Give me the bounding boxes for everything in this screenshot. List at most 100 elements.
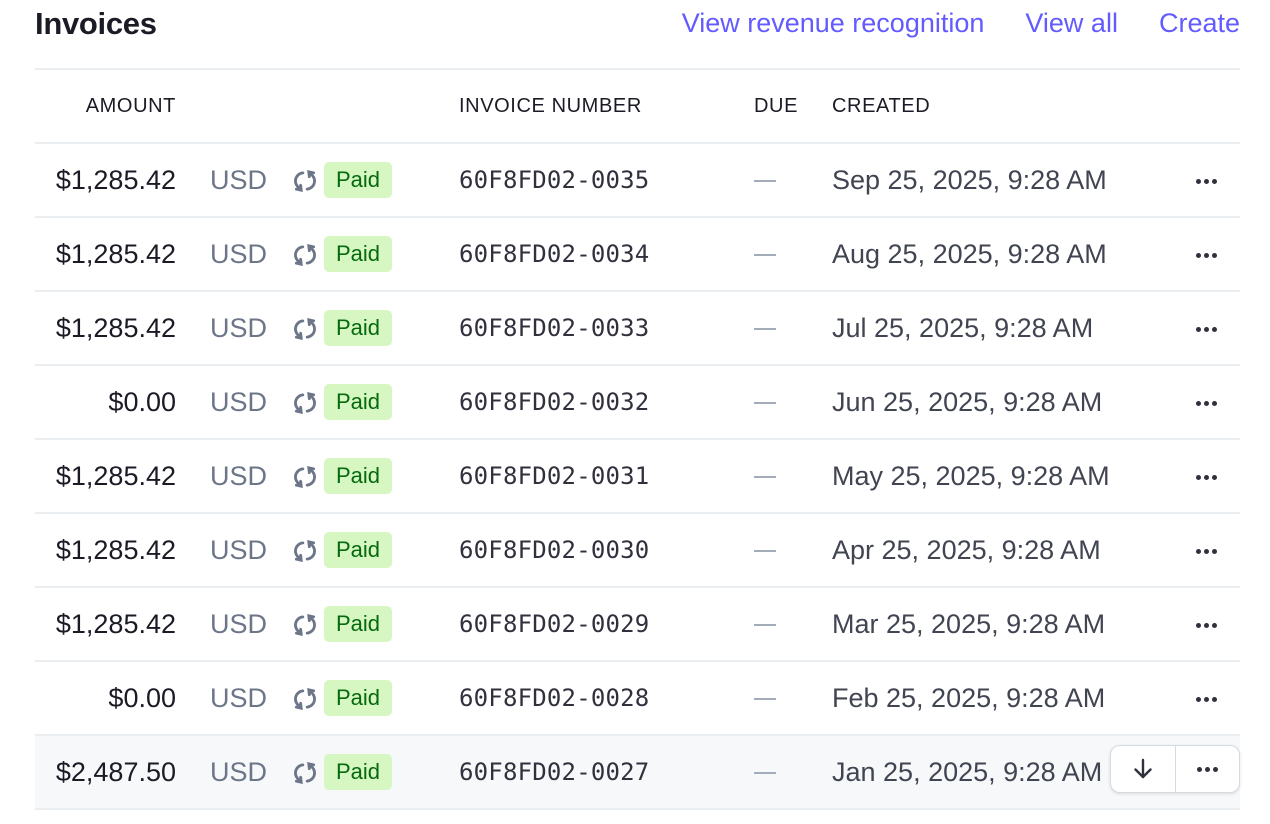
invoice-currency: USD <box>176 661 267 736</box>
invoices-table: AMOUNT INVOICE NUMBER DUE CREATED $1,285… <box>35 70 1240 810</box>
status-badge: Paid <box>324 532 393 568</box>
table-row[interactable]: $1,285.42 USD Paid 60F8FD02-0030 Apr 25,… <box>35 513 1240 588</box>
invoice-created: Sep 25, 2025, 9:28 AM <box>832 143 1172 218</box>
invoice-number[interactable]: 60F8FD02-0034 <box>459 217 754 292</box>
invoice-due <box>754 735 832 810</box>
invoices-section: Invoices View revenue recognition View a… <box>35 0 1240 810</box>
recurring-icon <box>292 390 318 416</box>
column-header-due[interactable]: DUE <box>754 70 832 144</box>
invoice-currency: USD <box>176 365 267 440</box>
status-badge: Paid <box>324 458 393 494</box>
table-header-row: AMOUNT INVOICE NUMBER DUE CREATED <box>35 70 1240 144</box>
invoice-currency: USD <box>176 143 267 218</box>
invoice-number[interactable]: 60F8FD02-0033 <box>459 291 754 366</box>
table-row[interactable]: $1,285.42 USD Paid 60F8FD02-0035 Sep 25,… <box>35 143 1240 218</box>
status-badge: Paid <box>324 236 393 272</box>
more-actions-icon[interactable] <box>1195 696 1217 702</box>
more-actions-icon <box>1196 766 1218 772</box>
table-row[interactable]: $1,285.42 USD Paid 60F8FD02-0029 Mar 25,… <box>35 587 1240 662</box>
column-header-invoice-number[interactable]: INVOICE NUMBER <box>459 70 754 144</box>
invoice-due <box>754 291 832 366</box>
invoice-amount: $1,285.42 <box>35 291 176 366</box>
status-badge: Paid <box>324 754 393 790</box>
table-row[interactable]: $0.00 USD Paid 60F8FD02-0032 Jun 25, 202… <box>35 365 1240 440</box>
invoice-currency: USD <box>176 513 267 588</box>
invoice-currency: USD <box>176 735 267 810</box>
empty-dash <box>754 476 776 479</box>
download-button[interactable] <box>1111 746 1175 792</box>
view-revenue-recognition-link[interactable]: View revenue recognition <box>682 8 985 39</box>
empty-dash <box>754 328 776 331</box>
more-actions-icon[interactable] <box>1195 548 1217 554</box>
table-row[interactable]: $1,285.42 USD Paid 60F8FD02-0033 Jul 25,… <box>35 291 1240 366</box>
invoice-amount: $1,285.42 <box>35 587 176 662</box>
invoice-number[interactable]: 60F8FD02-0032 <box>459 365 754 440</box>
create-invoice-link[interactable]: Create <box>1159 8 1240 39</box>
recurring-icon <box>292 538 318 564</box>
invoice-due <box>754 587 832 662</box>
invoice-due <box>754 365 832 440</box>
status-badge: Paid <box>324 606 393 642</box>
invoice-created: Apr 25, 2025, 9:28 AM <box>832 513 1172 588</box>
invoice-number[interactable]: 60F8FD02-0029 <box>459 587 754 662</box>
download-arrow-icon <box>1134 758 1152 779</box>
more-actions-button[interactable] <box>1174 746 1240 792</box>
invoice-currency: USD <box>176 217 267 292</box>
invoice-amount: $1,285.42 <box>35 439 176 514</box>
invoice-currency: USD <box>176 439 267 514</box>
invoice-amount: $1,285.42 <box>35 513 176 588</box>
column-header-amount[interactable]: AMOUNT <box>35 70 176 144</box>
recurring-icon <box>292 168 318 194</box>
more-actions-icon[interactable] <box>1195 252 1217 258</box>
empty-dash <box>754 180 776 183</box>
more-actions-icon[interactable] <box>1195 400 1217 406</box>
invoice-number[interactable]: 60F8FD02-0030 <box>459 513 754 588</box>
recurring-icon <box>292 686 318 712</box>
column-header-created[interactable]: CREATED <box>832 70 1172 144</box>
invoice-created: Jun 25, 2025, 9:28 AM <box>832 365 1172 440</box>
status-badge: Paid <box>324 384 393 420</box>
more-actions-icon[interactable] <box>1195 622 1217 628</box>
invoice-due <box>754 513 832 588</box>
invoices-header: Invoices View revenue recognition View a… <box>35 0 1240 70</box>
row-hover-actions <box>1110 745 1240 793</box>
status-badge: Paid <box>324 162 393 198</box>
more-actions-icon[interactable] <box>1195 178 1217 184</box>
invoice-due <box>754 143 832 218</box>
empty-dash <box>754 550 776 553</box>
recurring-icon <box>292 612 318 638</box>
view-all-link[interactable]: View all <box>1025 8 1118 39</box>
empty-dash <box>754 254 776 257</box>
table-row[interactable]: $2,487.50 USD Paid 60F8FD02-0027 Jan 25,… <box>35 735 1240 810</box>
header-actions: View revenue recognition View all Create <box>682 8 1240 39</box>
invoice-number[interactable]: 60F8FD02-0035 <box>459 143 754 218</box>
recurring-icon <box>292 242 318 268</box>
recurring-icon <box>292 760 318 786</box>
invoice-number[interactable]: 60F8FD02-0028 <box>459 661 754 736</box>
invoice-created: Jul 25, 2025, 9:28 AM <box>832 291 1172 366</box>
invoice-amount: $1,285.42 <box>35 143 176 218</box>
table-row[interactable]: $1,285.42 USD Paid 60F8FD02-0034 Aug 25,… <box>35 217 1240 292</box>
invoice-number[interactable]: 60F8FD02-0027 <box>459 735 754 810</box>
status-badge: Paid <box>324 680 393 716</box>
more-actions-icon[interactable] <box>1195 326 1217 332</box>
table-row[interactable]: $1,285.42 USD Paid 60F8FD02-0031 May 25,… <box>35 439 1240 514</box>
empty-dash <box>754 698 776 701</box>
invoice-created: May 25, 2025, 9:28 AM <box>832 439 1172 514</box>
invoice-amount: $0.00 <box>35 661 176 736</box>
invoice-currency: USD <box>176 291 267 366</box>
table-row[interactable]: $0.00 USD Paid 60F8FD02-0028 Feb 25, 202… <box>35 661 1240 736</box>
invoice-due <box>754 439 832 514</box>
empty-dash <box>754 624 776 627</box>
empty-dash <box>754 402 776 405</box>
more-actions-icon[interactable] <box>1195 474 1217 480</box>
invoice-created: Aug 25, 2025, 9:28 AM <box>832 217 1172 292</box>
recurring-icon <box>292 464 318 490</box>
empty-dash <box>754 772 776 775</box>
invoice-amount: $0.00 <box>35 365 176 440</box>
invoice-due <box>754 661 832 736</box>
invoice-number[interactable]: 60F8FD02-0031 <box>459 439 754 514</box>
invoice-created: Feb 25, 2025, 9:28 AM <box>832 661 1172 736</box>
invoice-currency: USD <box>176 587 267 662</box>
invoice-amount: $2,487.50 <box>35 735 176 810</box>
